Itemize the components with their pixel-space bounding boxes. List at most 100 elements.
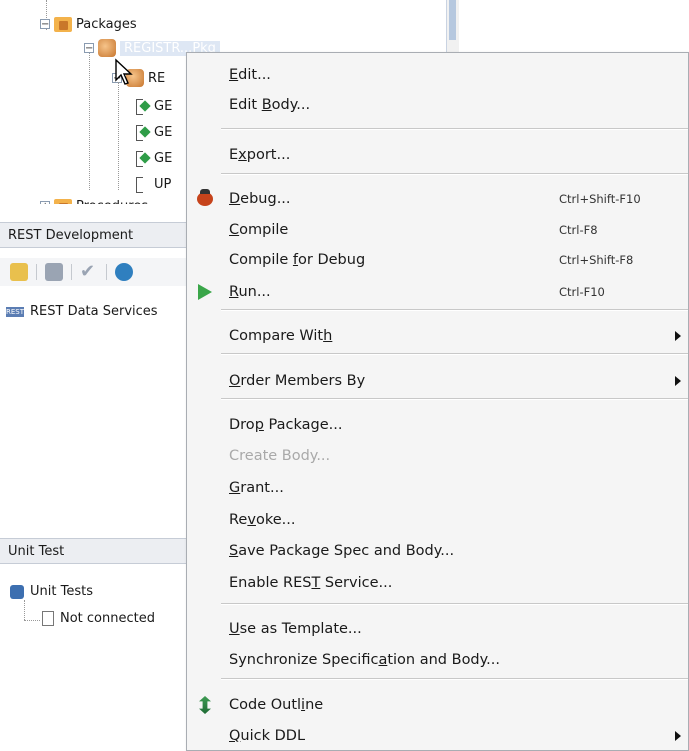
menu-item-compile-for-debug[interactable]: Compile for Debug Ctrl+Shift-F8: [187, 245, 688, 275]
menu-separator: [221, 678, 688, 680]
menu-item-label: Enable REST Service...: [229, 575, 393, 591]
collapse-icon[interactable]: −: [84, 43, 94, 54]
keyboard-shortcut: Ctrl+Shift-F10: [559, 192, 641, 206]
delete-icon[interactable]: [45, 263, 63, 281]
procedure-icon: [136, 125, 150, 141]
tree-node-label: RE: [148, 70, 166, 86]
menu-item-label: Use as Template...: [229, 621, 362, 637]
menu-item-label: Quick DDL: [229, 728, 306, 744]
menu-separator: [221, 353, 688, 355]
tree-node-procedure[interactable]: GE: [136, 96, 172, 116]
package-icon: [98, 39, 116, 57]
unit-test-panel-header[interactable]: Unit Test: [0, 538, 200, 564]
tree-node-procedures-folder[interactable]: + Procedures: [40, 196, 149, 214]
rest-data-services-item[interactable]: REST REST Data Services: [6, 304, 158, 319]
menu-item-synchronize-specification-and-body[interactable]: Synchronize Specification and Body...: [187, 645, 688, 675]
menu-item-label: Run...: [229, 284, 271, 300]
panel-title: REST Development: [8, 227, 134, 243]
menu-item-label: Edit Body...: [229, 97, 311, 113]
menu-item-export[interactable]: Export...: [187, 140, 688, 170]
menu-item-label: Export...: [229, 147, 291, 163]
folder-icon: [54, 16, 72, 32]
tree-node-procedure[interactable]: GE: [136, 122, 172, 142]
menu-item-create-body: Create Body...: [187, 441, 688, 471]
toolbar-separator: [71, 264, 72, 280]
procedure-icon: [136, 99, 150, 115]
context-menu: Edit... Edit Body... Export... Debug... Ctrl…: [186, 52, 689, 751]
menu-item-grant[interactable]: Grant...: [187, 473, 688, 503]
document-icon: [42, 611, 54, 626]
unit-tests-node[interactable]: Unit Tests: [10, 584, 93, 599]
menu-item-edit-body[interactable]: Edit Body...: [187, 90, 688, 120]
tree-node-procedure[interactable]: GE: [136, 148, 172, 168]
new-icon[interactable]: [10, 263, 28, 281]
keyboard-shortcut: Ctrl-F10: [559, 285, 605, 299]
menu-item-edit[interactable]: Edit...: [187, 60, 688, 90]
menu-item-label: Compare With: [229, 328, 333, 344]
unit-tests-icon: [10, 584, 24, 599]
menu-item-label: Grant...: [229, 480, 284, 496]
panel-title: Unit Test: [8, 543, 65, 559]
menu-item-debug[interactable]: Debug... Ctrl+Shift-F10: [187, 184, 688, 214]
menu-item-drop-package[interactable]: Drop Package...: [187, 410, 688, 440]
menu-item-label: Save Package Spec and Body...: [229, 543, 455, 559]
menu-item-compare-with[interactable]: Compare With: [187, 321, 688, 351]
menu-item-revoke[interactable]: Revoke...: [187, 505, 688, 535]
procedure-icon: [136, 151, 150, 167]
menu-item-code-outline[interactable]: Code Outline: [187, 690, 688, 720]
menu-item-quick-ddl[interactable]: Quick DDL: [187, 721, 688, 751]
mouse-cursor-icon: [115, 58, 133, 85]
menu-separator: [221, 309, 688, 311]
keyboard-shortcut: Ctrl+Shift-F8: [559, 253, 634, 267]
menu-item-label: Compile for Debug: [229, 252, 366, 268]
menu-separator: [221, 128, 688, 130]
menu-item-enable-rest-service[interactable]: Enable REST Service...: [187, 568, 688, 598]
menu-item-run[interactable]: Run... Ctrl-F10: [187, 277, 688, 307]
toolbar-separator: [106, 264, 107, 280]
tree-node-label: Procedures: [76, 198, 149, 214]
tree-node-label: GE: [154, 150, 173, 166]
menu-separator: [221, 603, 688, 605]
rest-icon: REST: [6, 306, 25, 317]
menu-item-use-as-template[interactable]: Use as Template...: [187, 614, 688, 644]
list-item-label: REST Data Services: [30, 304, 158, 319]
tree-node-label: UP: [154, 176, 172, 192]
tree-node-procedure[interactable]: UP: [136, 174, 171, 194]
expand-icon[interactable]: +: [40, 201, 50, 204]
menu-item-label: Revoke...: [229, 512, 296, 528]
menu-item-label: Edit...: [229, 67, 271, 83]
menu-item-save-package-spec-and-body[interactable]: Save Package Spec and Body...: [187, 536, 688, 566]
keyboard-shortcut: Ctrl-F8: [559, 223, 598, 237]
tree-node-label: GE: [154, 98, 173, 114]
submenu-arrow-icon: [675, 731, 681, 741]
check-icon[interactable]: ✔: [80, 263, 98, 281]
menu-item-compile[interactable]: Compile Ctrl-F8: [187, 215, 688, 245]
rest-development-panel-header[interactable]: REST Development: [0, 222, 200, 248]
menu-item-label: Drop Package...: [229, 417, 343, 433]
globe-icon[interactable]: [115, 263, 133, 281]
folder-icon: [54, 198, 72, 204]
menu-item-label: Synchronize Specification and Body...: [229, 652, 500, 668]
menu-item-label: Order Members By: [229, 373, 366, 389]
run-play-icon: [195, 282, 215, 302]
tree-node-label: Packages: [76, 16, 137, 32]
not-connected-node[interactable]: Not connected: [42, 611, 155, 626]
menu-item-order-members-by[interactable]: Order Members By: [187, 366, 688, 396]
submenu-arrow-icon: [675, 331, 681, 341]
tree-node-label: Unit Tests: [30, 584, 93, 599]
menu-item-label: Debug...: [229, 191, 291, 207]
tree-node-label: Not connected: [60, 611, 155, 626]
menu-item-label: Code Outline: [229, 697, 324, 713]
submenu-arrow-icon: [675, 376, 681, 386]
collapse-icon[interactable]: −: [40, 19, 50, 30]
menu-item-label: Create Body...: [229, 448, 331, 464]
procedure-icon: [136, 177, 150, 193]
menu-separator: [221, 398, 688, 400]
code-outline-icon: [195, 695, 215, 715]
debug-bug-icon: [195, 189, 215, 209]
menu-separator: [221, 173, 688, 175]
rest-toolbar: ✔: [0, 258, 200, 286]
tree-node-packages[interactable]: − Packages: [40, 14, 137, 34]
toolbar-separator: [36, 264, 37, 280]
scrollbar-thumb[interactable]: [449, 0, 456, 40]
